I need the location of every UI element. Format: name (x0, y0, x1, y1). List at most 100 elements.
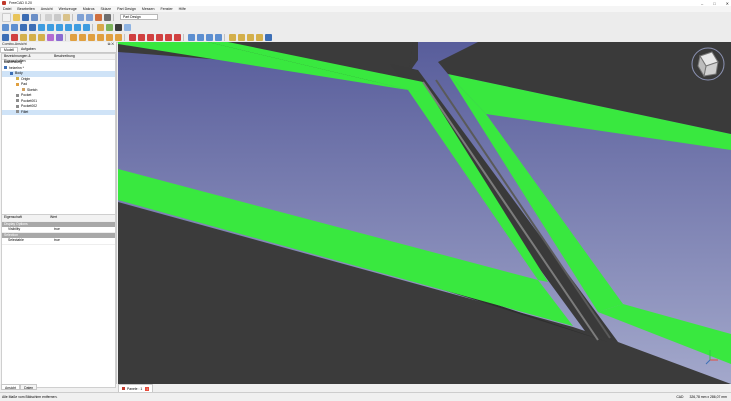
rear-view-icon[interactable] (65, 23, 72, 31)
open-folder-icon[interactable] (13, 13, 20, 21)
multi-transform-icon[interactable] (215, 33, 222, 41)
macro-icon[interactable] (104, 13, 111, 21)
menu-werkzeuge[interactable]: Werkzeuge (56, 7, 80, 11)
isometric-view-icon[interactable] (29, 23, 36, 31)
toolbar-separator (40, 13, 41, 21)
redo-icon[interactable] (86, 13, 93, 21)
menu-ansicht[interactable]: Ansicht (38, 7, 56, 11)
menu-part-design[interactable]: Part Design (114, 7, 139, 11)
clip-icon[interactable] (106, 23, 113, 31)
subtractive-loft-icon[interactable] (156, 33, 163, 41)
linear-pattern-icon[interactable] (197, 33, 204, 41)
pipe-icon[interactable] (97, 33, 104, 41)
tree-header-labels: Bezeichnungen & Eigenschaften (4, 54, 31, 63)
menu-bearbeiten[interactable]: Bearbeiten (14, 7, 37, 11)
workbench-selector[interactable]: Part Design (120, 14, 158, 20)
shape-binder-icon[interactable] (47, 33, 54, 41)
property-tabs: Ansicht Daten (1, 384, 38, 390)
additive-primitive-icon[interactable] (115, 33, 122, 41)
revolution-icon[interactable] (79, 33, 86, 41)
paste-icon[interactable] (63, 13, 70, 21)
menu-fenster[interactable]: Fenster (157, 7, 175, 11)
3d-scene[interactable] (118, 42, 731, 384)
draw-style-icon[interactable] (20, 23, 27, 31)
document-icon (122, 387, 125, 390)
groove-icon[interactable] (147, 33, 154, 41)
save-icon[interactable] (22, 13, 29, 21)
thickness-icon[interactable] (256, 33, 263, 41)
toolbar-view (0, 22, 731, 32)
pad-icon[interactable] (70, 33, 77, 41)
fillet-icon[interactable] (229, 33, 236, 41)
datum-plane-icon[interactable] (38, 33, 45, 41)
draft-icon[interactable] (247, 33, 254, 41)
front-view-icon[interactable] (38, 23, 45, 31)
new-file-icon[interactable] (2, 12, 11, 22)
create-body-icon[interactable] (2, 33, 9, 41)
tree-rows: heizelnn * Body Origin Pad Sketch Pocket Pocke… (2, 65, 115, 115)
menu-makros[interactable]: Makros (80, 7, 98, 11)
tab-ansicht[interactable]: Ansicht (1, 384, 21, 390)
measure-icon[interactable] (97, 23, 104, 31)
window-title: FreeCAD 0.20 (9, 1, 32, 5)
left-view-icon[interactable] (83, 23, 90, 31)
line-tool-icon[interactable] (115, 23, 122, 31)
refresh-icon[interactable] (95, 13, 102, 21)
tree-item-label: heizelnn * (9, 65, 24, 70)
pocket-icon[interactable] (129, 33, 136, 41)
close-button[interactable]: ✕ (726, 1, 729, 6)
maximize-button[interactable]: □ (713, 1, 715, 6)
tree-item-icon (16, 82, 19, 86)
mirrored-icon[interactable] (188, 33, 195, 41)
loft-icon[interactable] (88, 33, 95, 41)
tree-item-icon (16, 77, 19, 81)
hole-icon[interactable] (138, 33, 145, 41)
property-key: Selectable (8, 238, 24, 242)
tree-item-label: Sketch (27, 87, 38, 92)
combo-view-title-text: Combo-Ansicht (2, 42, 27, 46)
tree-item-label: Pad (21, 82, 28, 86)
clone-icon[interactable] (56, 33, 63, 41)
3d-viewport[interactable] (118, 42, 731, 384)
chamfer-icon[interactable] (238, 33, 245, 41)
subtractive-primitive-icon[interactable] (174, 33, 181, 41)
polar-pattern-icon[interactable] (206, 33, 213, 41)
model-tree: Bezeichnungen & Eigenschaften Beschreibu… (1, 53, 116, 215)
datum-line-icon[interactable] (29, 33, 36, 41)
tab-modell[interactable]: Modell (0, 47, 18, 52)
tab-aufgaben[interactable]: Aufgaben (18, 47, 39, 52)
property-view: Eigenschaft Wert Display Options Visibil… (1, 214, 116, 388)
close-document-button[interactable]: × (145, 386, 150, 391)
menu-hilfe[interactable]: Hilfe (176, 7, 189, 11)
bottom-view-icon[interactable] (74, 23, 81, 31)
tree-item-icon (16, 104, 19, 108)
menu-skizze[interactable]: Skizze (98, 7, 115, 11)
save-as-icon[interactable] (31, 13, 38, 21)
menu-datei[interactable]: Datei (0, 7, 14, 11)
datum-point-icon[interactable] (20, 33, 27, 41)
tree-item[interactable]: Fillet (2, 109, 115, 115)
link-icon[interactable] (124, 23, 131, 31)
undo-icon[interactable] (77, 13, 84, 21)
subtractive-pipe-icon[interactable] (165, 33, 172, 41)
menu-messen[interactable]: Messen (139, 7, 158, 11)
property-value[interactable]: true (54, 227, 60, 233)
sketch-icon[interactable] (11, 33, 18, 41)
cut-icon[interactable] (45, 13, 52, 21)
fit-selection-icon[interactable] (11, 23, 18, 31)
top-view-icon[interactable] (47, 23, 54, 31)
tree-item-icon (10, 71, 13, 75)
property-value[interactable]: true (54, 238, 60, 244)
property-row-selectable[interactable]: Selectable true (2, 238, 115, 245)
tab-daten[interactable]: Daten (20, 384, 38, 390)
boolean-icon[interactable] (265, 33, 272, 41)
panel-controls[interactable]: ⧉ ✕ (108, 42, 114, 47)
property-header-value: Wert (50, 215, 58, 219)
helix-icon[interactable] (106, 33, 113, 41)
tree-item-label: Origin (21, 76, 31, 81)
property-header-key: Eigenschaft (4, 215, 22, 219)
fit-all-icon[interactable] (2, 23, 9, 31)
copy-icon[interactable] (54, 13, 61, 21)
right-view-icon[interactable] (56, 23, 63, 31)
minimize-button[interactable]: – (701, 1, 703, 6)
